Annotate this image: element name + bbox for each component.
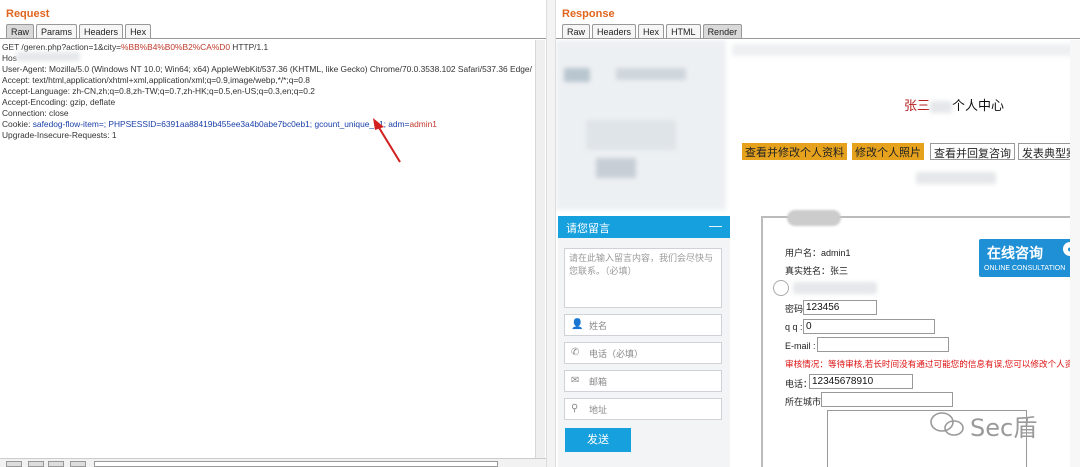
tab-raw[interactable]: Raw: [562, 24, 591, 38]
request-pane: Request Raw Params Headers Hex GET /gere…: [0, 0, 546, 467]
city-field[interactable]: [821, 392, 953, 407]
qq-label: q q :: [785, 322, 803, 332]
phone-label: 电话：: [785, 379, 813, 389]
online-consultation-badge[interactable]: 在线咨询 ● ONLINE CONSULTATION: [979, 239, 1080, 277]
review-status-text: 审核情况：等待审核,若长时间没有通过可能您的信息有误,您可以修改个人资料: [785, 359, 1080, 369]
phone-input[interactable]: ✆ 电话（必填）: [564, 342, 722, 364]
email-label: E-mail :: [785, 341, 816, 351]
password-label: 密码: [785, 304, 804, 314]
tab-raw[interactable]: Raw: [6, 24, 35, 38]
tab-headers[interactable]: Headers: [79, 24, 124, 38]
forward-button[interactable]: [70, 461, 86, 467]
menu-edit-profile[interactable]: 查看并修改个人资料: [742, 143, 847, 160]
message-widget-header: 请您留言 —: [558, 216, 730, 238]
realname-label: 真实姓名：张三: [785, 266, 849, 276]
message-textarea[interactable]: 请在此输入留言内容，我们会尽快与您联系。（必填）: [564, 248, 722, 308]
password-field[interactable]: 123456: [803, 300, 877, 315]
tab-headers[interactable]: Headers: [592, 24, 637, 38]
email-field[interactable]: [817, 337, 949, 352]
connection-header: Connection: close: [2, 108, 69, 118]
accept-encoding-header: Accept-Encoding: gzip, deflate: [2, 97, 116, 107]
redacted-host: [16, 52, 80, 61]
phone-icon: ✆: [571, 347, 580, 358]
response-scrollbar[interactable]: [1070, 40, 1080, 467]
request-line-path: GET /geren.php?action=1&city=: [2, 42, 122, 52]
address-input[interactable]: ⚲ 地址: [564, 398, 722, 420]
upgrade-insecure-header: Upgrade-Insecure-Requests: 1: [2, 130, 117, 140]
tab-render[interactable]: Render: [702, 24, 743, 38]
accept-language-header: Accept-Language: zh-CN,zh;q=0.8,zh-TW;q=…: [2, 86, 315, 96]
email-input[interactable]: ✉ 邮箱: [564, 370, 722, 392]
menu-edit-photo[interactable]: 修改个人照片: [852, 143, 924, 160]
prev-button[interactable]: [28, 461, 44, 467]
raw-request-editor[interactable]: GET /geren.php?action=1&city=%BB%B4%B0%B…: [2, 42, 532, 462]
request-line-protocol: HTTP/1.1: [229, 42, 269, 52]
host-header: Hos: [2, 53, 17, 63]
phone-field[interactable]: 12345678910: [809, 374, 913, 389]
response-tabs: Raw Headers Hex HTML Render: [562, 24, 743, 38]
pane-divider[interactable]: [546, 0, 556, 467]
request-scrollbar[interactable]: [535, 40, 545, 458]
response-pane: Response Raw Headers Hex HTML Render 张三个…: [556, 0, 1080, 467]
accept-header: Accept: text/html,application/xhtml+xml,…: [2, 75, 310, 85]
avatar: [773, 280, 789, 296]
user-icon: 👤: [571, 319, 584, 330]
cookie-value: safedog-flow-item=; PHPSESSID=6391aa8841…: [32, 119, 410, 129]
cookie-adm-value: admin1: [409, 119, 437, 129]
cookie-label: Cookie:: [2, 119, 33, 129]
help-button[interactable]: [6, 461, 22, 467]
name-input[interactable]: 👤 姓名: [564, 314, 722, 336]
collapse-icon[interactable]: —: [709, 218, 722, 233]
request-tabs: Raw Params Headers Hex: [6, 24, 152, 38]
wechat-icon: [930, 412, 964, 436]
request-line-city-param: %BB%B4%B0%B2%CA%D0: [121, 42, 230, 52]
city-label: 所在城市: [785, 397, 822, 407]
location-icon: ⚲: [571, 403, 579, 414]
menu-view-consult[interactable]: 查看并回复咨询: [930, 143, 1015, 160]
mail-icon: ✉: [571, 375, 580, 386]
annotation-arrow: [373, 118, 401, 163]
page-title: 张三 个人中心: [904, 99, 1005, 114]
tab-hex[interactable]: Hex: [638, 24, 665, 38]
tab-html[interactable]: HTML: [666, 24, 701, 38]
qq-field[interactable]: 0: [803, 319, 935, 334]
tab-hex[interactable]: Hex: [125, 24, 152, 38]
message-widget: 请您留言 — 请在此输入留言内容，我们会尽快与您联系。（必填） 👤 姓名 ✆ 电话（…: [558, 216, 730, 467]
send-button[interactable]: 发送: [565, 428, 631, 452]
response-title: Response: [562, 8, 615, 20]
tab-params[interactable]: Params: [36, 24, 78, 38]
user-agent-header: User-Agent: Mozilla/5.0 (Windows NT 10.0…: [2, 64, 532, 74]
rendered-page: 张三个人中心 查看并修改个人资料 修改个人照片 查看并回复咨询 发表典型案例 请…: [556, 40, 1080, 467]
search-input[interactable]: [94, 461, 498, 467]
username-label: 用户名：admin1: [785, 248, 851, 258]
next-button[interactable]: [48, 461, 64, 467]
request-title: Request: [6, 8, 50, 20]
watermark: Sec盾: [970, 414, 1038, 442]
